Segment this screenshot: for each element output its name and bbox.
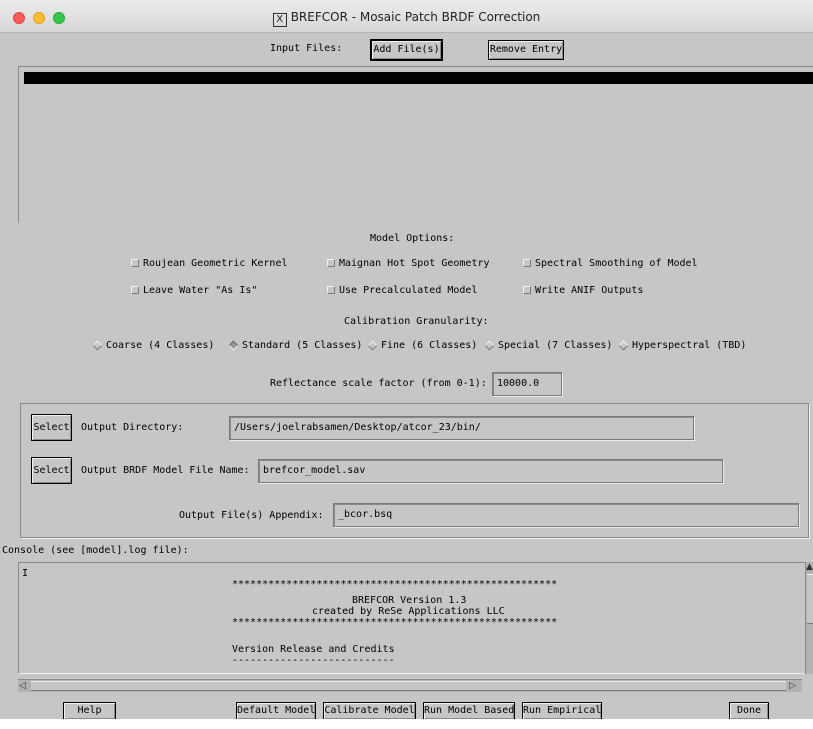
add-files-button[interactable]: Add File(s) xyxy=(370,39,443,61)
checkbox-spectral-smoothing[interactable] xyxy=(523,259,531,267)
file-list-selected-row[interactable] xyxy=(24,72,813,84)
checkbox-label-roujean: Roujean Geometric Kernel xyxy=(143,258,288,269)
text-cursor: I xyxy=(22,568,29,579)
radio-label-fine: Fine (6 Classes) xyxy=(381,340,478,351)
scale-factor-input[interactable]: 10000.0 xyxy=(492,372,562,396)
console-line: Version Release and Credits xyxy=(232,644,395,655)
window-bottom-edge xyxy=(0,719,813,729)
checkbox-precalculated[interactable] xyxy=(327,286,335,294)
app-window: X BREFCOR - Mosaic Patch BRDF Correction … xyxy=(0,0,813,729)
appendix-input[interactable]: _bcor.bsq xyxy=(333,503,799,527)
title-bar: X BREFCOR - Mosaic Patch BRDF Correction xyxy=(0,0,813,33)
window-title: BREFCOR - Mosaic Patch BRDF Correction xyxy=(290,10,541,24)
granularity-heading: Calibration Granularity: xyxy=(344,316,489,327)
radio-hyperspectral[interactable] xyxy=(618,340,629,351)
output-directory-input[interactable]: /Users/joelrabsamen/Desktop/atcor_23/bin… xyxy=(229,416,694,440)
done-button[interactable]: Done xyxy=(729,702,769,720)
console-label: Console (see [model].log file): xyxy=(2,545,189,556)
console-line: --------------------------- xyxy=(232,655,395,666)
checkbox-roujean[interactable] xyxy=(131,259,139,267)
checkbox-label-anif: Write ANIF Outputs xyxy=(535,285,644,296)
radio-label-hyperspectral: Hyperspectral (TBD) xyxy=(632,340,747,351)
help-button[interactable]: Help xyxy=(63,702,116,720)
scroll-left-arrow-icon[interactable]: ◁ xyxy=(19,681,26,691)
select-output-directory-button[interactable]: Select xyxy=(31,414,72,441)
x11-icon: X xyxy=(272,13,287,27)
default-model-button[interactable]: Default Model xyxy=(236,702,316,720)
checkbox-label-maignan: Maignan Hot Spot Geometry xyxy=(339,258,490,269)
radio-coarse[interactable] xyxy=(92,340,103,351)
window-title-area: X BREFCOR - Mosaic Patch BRDF Correction xyxy=(0,10,813,27)
checkbox-maignan[interactable] xyxy=(327,259,335,267)
checkbox-label-leave-water: Leave Water "As Is" xyxy=(143,285,258,296)
scale-factor-label: Reflectance scale factor (from 0-1): xyxy=(270,378,487,389)
input-file-list[interactable] xyxy=(18,66,813,223)
model-file-label: Output BRDF Model File Name: xyxy=(81,465,250,476)
output-directory-label: Output Directory: xyxy=(81,422,184,433)
select-model-file-button[interactable]: Select xyxy=(31,457,72,484)
checkbox-label-spectral-smoothing: Spectral Smoothing of Model xyxy=(535,258,698,269)
run-empirical-button[interactable]: Run Empirical xyxy=(522,702,602,720)
console-horizontal-scrollbar[interactable]: ◁ ▷ xyxy=(18,679,802,692)
model-options-heading: Model Options: xyxy=(370,233,455,244)
checkbox-leave-water[interactable] xyxy=(131,286,139,294)
radio-fine[interactable] xyxy=(367,340,378,351)
console-vertical-scrollbar[interactable]: ▲ xyxy=(805,562,813,674)
console-output[interactable]: I **************************************… xyxy=(18,562,805,674)
console-line: created by ReSe Applications LLC xyxy=(312,606,505,617)
console-horizontal-scroll-thumb[interactable] xyxy=(31,681,786,691)
scroll-right-arrow-icon[interactable]: ▷ xyxy=(789,681,796,691)
calibrate-model-button[interactable]: Calibrate Model xyxy=(323,702,416,720)
radio-special[interactable] xyxy=(484,340,495,351)
model-file-input[interactable]: brefcor_model.sav xyxy=(258,459,723,483)
checkbox-label-precalculated: Use Precalculated Model xyxy=(339,285,478,296)
console-vertical-scroll-thumb[interactable] xyxy=(807,574,813,624)
appendix-label: Output File(s) Appendix: xyxy=(179,510,324,521)
input-files-label: Input Files: xyxy=(270,43,343,54)
console-line: ****************************************… xyxy=(232,617,558,628)
run-model-based-button[interactable]: Run Model Based xyxy=(423,702,515,720)
scroll-up-arrow-icon[interactable]: ▲ xyxy=(806,562,813,572)
checkbox-anif[interactable] xyxy=(523,286,531,294)
radio-label-standard: Standard (5 Classes) xyxy=(242,340,363,351)
console-line: BREFCOR Version 1.3 xyxy=(352,595,467,606)
radio-label-coarse: Coarse (4 Classes) xyxy=(106,340,215,351)
remove-entry-button[interactable]: Remove Entry xyxy=(488,40,564,60)
console-line: ****************************************… xyxy=(232,579,558,590)
radio-standard[interactable] xyxy=(228,340,239,351)
radio-label-special: Special (7 Classes) xyxy=(498,340,613,351)
